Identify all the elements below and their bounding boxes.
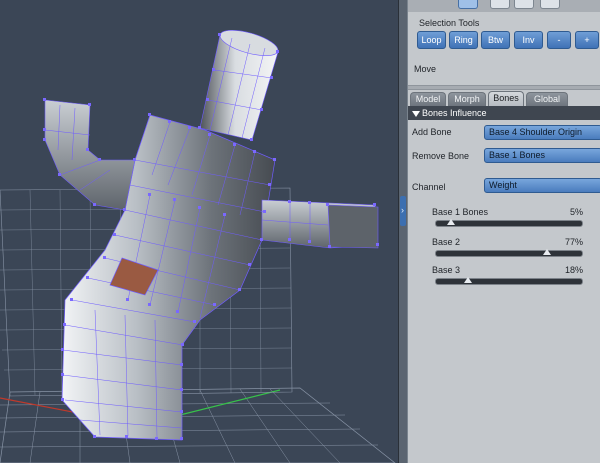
mode-label: Move bbox=[414, 64, 437, 74]
slider-base2[interactable] bbox=[435, 249, 583, 257]
tab-bones[interactable]: Bones bbox=[488, 91, 524, 106]
tab-global[interactable]: Global bbox=[526, 92, 568, 106]
add-bone-label: Add Bone bbox=[412, 127, 452, 137]
floor-grid bbox=[0, 387, 396, 463]
add-bone-dropdown[interactable]: Base 4 Shoulder Origin bbox=[484, 125, 600, 140]
app-window: › Selection Tools Loop Ring Btw Inv - + … bbox=[0, 0, 600, 463]
tab-morph[interactable]: Morph bbox=[448, 92, 486, 106]
panel-toolbar bbox=[408, 0, 600, 12]
invert-button[interactable]: Inv bbox=[514, 31, 543, 49]
character-mesh[interactable] bbox=[43, 25, 379, 441]
ring-button[interactable]: Ring bbox=[449, 31, 478, 49]
slider-thumb[interactable] bbox=[543, 249, 552, 255]
slider-value-base3: 18% bbox=[564, 265, 583, 275]
remove-bone-label: Remove Bone bbox=[412, 151, 470, 161]
slider-thumb[interactable] bbox=[464, 277, 473, 283]
slider-base1[interactable] bbox=[435, 219, 583, 227]
collapse-triangle-icon bbox=[412, 110, 420, 117]
collapse-handle[interactable]: › bbox=[400, 196, 406, 226]
panel-divider[interactable] bbox=[408, 85, 600, 90]
tab-model[interactable]: Model bbox=[410, 92, 446, 106]
section-title: Bones Influence bbox=[422, 108, 487, 118]
channel-dropdown[interactable]: Weight bbox=[484, 178, 600, 193]
slider-value-base1: 5% bbox=[569, 207, 583, 217]
channel-label: Channel bbox=[412, 182, 446, 192]
select-icon[interactable] bbox=[458, 0, 478, 9]
panel-splitter[interactable]: › bbox=[398, 0, 408, 463]
selection-tools-title: Selection Tools bbox=[419, 18, 480, 28]
between-button[interactable]: Btw bbox=[481, 31, 510, 49]
3d-viewport[interactable] bbox=[0, 0, 398, 463]
grow-selection-button[interactable]: + bbox=[575, 31, 599, 49]
slider-thumb[interactable] bbox=[446, 219, 455, 225]
tab-bar: Model Morph Bones Global bbox=[408, 91, 600, 106]
shrink-selection-button[interactable]: - bbox=[547, 31, 571, 49]
properties-panel: Selection Tools Loop Ring Btw Inv - + Mo… bbox=[408, 0, 600, 463]
remove-bone-dropdown[interactable]: Base 1 Bones bbox=[484, 148, 600, 163]
bones-influence-header[interactable]: Bones Influence bbox=[408, 106, 600, 120]
chevron-right-icon: › bbox=[401, 205, 404, 215]
slider-value-base2: 77% bbox=[564, 237, 583, 247]
slider-label-base3: Base 3 bbox=[432, 265, 461, 275]
joint-icon[interactable] bbox=[490, 0, 510, 9]
loop-button[interactable]: Loop bbox=[417, 31, 446, 49]
slider-label-base1: Base 1 Bones bbox=[432, 207, 489, 217]
slider-base3[interactable] bbox=[435, 277, 583, 285]
viewport-canvas[interactable] bbox=[0, 0, 398, 463]
node-icon[interactable] bbox=[514, 0, 534, 9]
slider-label-base2: Base 2 bbox=[432, 237, 461, 247]
fill-icon[interactable] bbox=[540, 0, 560, 9]
